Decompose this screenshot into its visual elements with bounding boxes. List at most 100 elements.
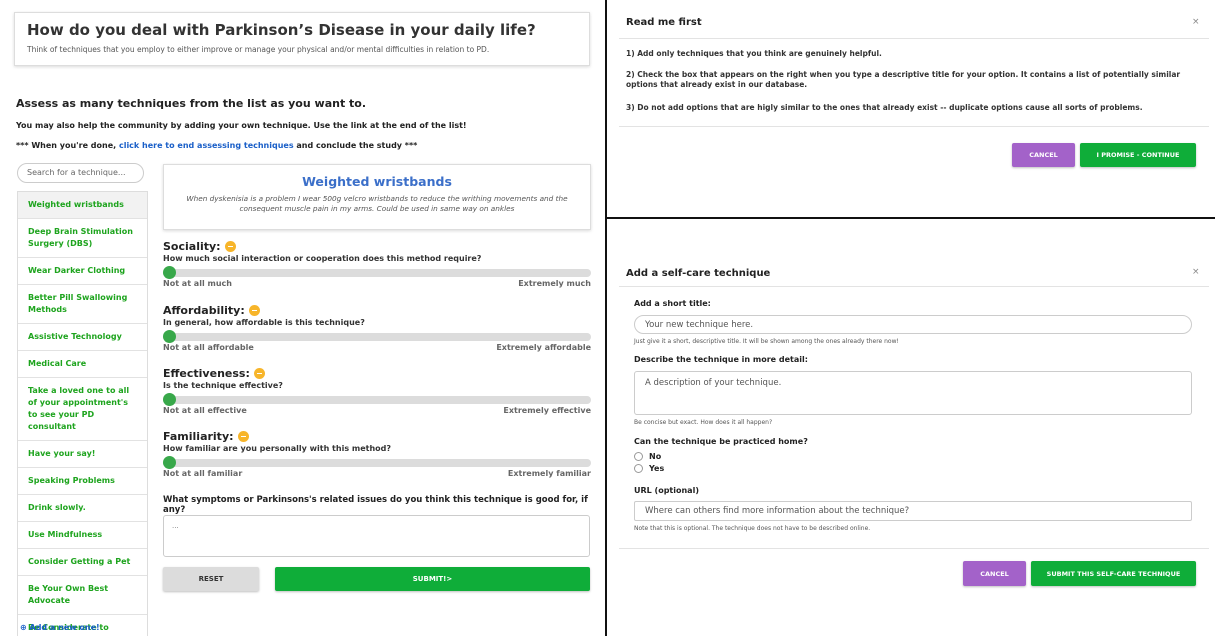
selected-technique-card: Weighted wristbands When dyskenisia is a… bbox=[163, 164, 591, 230]
list-item[interactable]: Better Pill Swallowing Methods bbox=[18, 285, 147, 324]
list-item[interactable]: Speaking Problems bbox=[18, 468, 147, 495]
modal-title: Add a self-care technique bbox=[626, 268, 771, 279]
readme-point: 1) Add only techniques that you think ar… bbox=[626, 49, 882, 58]
slider-handle[interactable] bbox=[163, 330, 176, 343]
continue-button[interactable]: I PROMISE - CONTINUE bbox=[1080, 143, 1196, 167]
list-item[interactable]: Drink slowly. bbox=[18, 495, 147, 522]
rating-slider[interactable] bbox=[163, 330, 591, 343]
assess-heading: Assess as many techniques from the list … bbox=[16, 97, 367, 110]
slider-handle[interactable] bbox=[163, 266, 176, 279]
slider-handle[interactable] bbox=[163, 393, 176, 406]
technique-title: Weighted wristbands bbox=[302, 174, 452, 189]
modal-divider bbox=[619, 126, 1209, 127]
info-badge-icon[interactable] bbox=[237, 431, 249, 442]
symptoms-textarea[interactable]: ... bbox=[163, 515, 590, 557]
slider-max-label: Extremely much bbox=[518, 279, 591, 288]
list-item[interactable]: Assistive Technology bbox=[18, 324, 147, 351]
rating-title: Sociality: bbox=[163, 240, 221, 253]
radio-icon[interactable] bbox=[634, 464, 643, 473]
submit-technique-button[interactable]: SUBMIT THIS SELF-CARE TECHNIQUE bbox=[1031, 561, 1196, 586]
slider-min-label: Not at all effective bbox=[163, 406, 247, 415]
slider-min-label: Not at all much bbox=[163, 279, 232, 288]
radio-no[interactable]: No bbox=[634, 452, 661, 461]
modal-divider bbox=[619, 38, 1209, 39]
add-new-technique-link[interactable]: ⊕ Add a new one! bbox=[20, 623, 100, 632]
rating-slider[interactable] bbox=[163, 393, 591, 406]
slider-handle[interactable] bbox=[163, 456, 176, 469]
plus-circle-icon: ⊕ bbox=[20, 623, 27, 632]
list-item[interactable]: Wear Darker Clothing bbox=[18, 258, 147, 285]
short-title-hint: Just give it a short, descriptive title.… bbox=[634, 338, 899, 345]
info-badge-icon[interactable] bbox=[248, 305, 260, 316]
modal-title: Read me first bbox=[626, 17, 702, 28]
info-badge-icon[interactable] bbox=[253, 368, 265, 379]
home-question-label: Can the technique be practiced home? bbox=[634, 437, 808, 446]
radio-label: Yes bbox=[649, 464, 665, 473]
technique-list: Weighted wristbands Deep Brain Stimulati… bbox=[17, 191, 148, 636]
url-hint: Note that this is optional. The techniqu… bbox=[634, 525, 871, 532]
intro-card: How do you deal with Parkinson’s Disease… bbox=[14, 12, 590, 66]
add-technique-modal: Add a self-care technique × Add a short … bbox=[607, 219, 1215, 636]
reset-button[interactable]: RESET bbox=[163, 567, 259, 591]
slider-max-label: Extremely affordable bbox=[496, 343, 591, 352]
cancel-button[interactable]: CANCEL bbox=[1012, 143, 1075, 167]
technique-description: When dyskenisia is a problem I wear 500g… bbox=[186, 194, 568, 213]
readme-point: 2) Check the box that appears on the rig… bbox=[626, 70, 1181, 89]
list-item[interactable]: Consider Getting a Pet bbox=[18, 549, 147, 576]
rating-slider[interactable] bbox=[163, 456, 591, 469]
symptoms-question: What symptoms or Parkinsons's related is… bbox=[163, 495, 588, 515]
readme-point: 3) Do not add options that are higly sim… bbox=[626, 103, 1143, 112]
rating-affordability: Affordability: In general, how affordabl… bbox=[163, 304, 591, 352]
submit-button[interactable]: SUBMIT!> bbox=[275, 567, 590, 591]
add-new-label: Add a new one! bbox=[29, 623, 100, 632]
url-input[interactable]: Where can others find more information a… bbox=[634, 501, 1192, 521]
list-item[interactable]: Have your say! bbox=[18, 441, 147, 468]
slider-min-label: Not at all affordable bbox=[163, 343, 254, 352]
rating-slider[interactable] bbox=[163, 266, 591, 279]
rating-familiarity: Familiarity: How familiar are you person… bbox=[163, 430, 591, 478]
rating-title: Effectiveness: bbox=[163, 367, 250, 380]
description-textarea[interactable]: A description of your technique. bbox=[634, 371, 1192, 415]
cancel-button[interactable]: CANCEL bbox=[963, 561, 1026, 586]
readme-modal: Read me first × 1) Add only techniques t… bbox=[607, 0, 1215, 217]
community-text: You may also help the community by addin… bbox=[16, 121, 467, 130]
done-prefix: *** When you're done, bbox=[16, 141, 119, 150]
describe-label: Describe the technique in more detail: bbox=[634, 355, 808, 364]
rating-question: How much social interaction or cooperati… bbox=[163, 254, 482, 263]
url-label: URL (optional) bbox=[634, 486, 699, 495]
end-assessing-link[interactable]: click here to end assessing techniques bbox=[119, 141, 294, 150]
rating-sociality: Sociality: How much social interaction o… bbox=[163, 240, 591, 288]
close-icon[interactable]: × bbox=[1192, 17, 1200, 27]
list-item[interactable]: Deep Brain Stimulation Surgery (DBS) bbox=[18, 219, 147, 258]
slider-max-label: Extremely effective bbox=[503, 406, 591, 415]
modal-divider bbox=[619, 548, 1209, 549]
rating-effectiveness: Effectiveness: Is the technique effectiv… bbox=[163, 367, 591, 415]
radio-yes[interactable]: Yes bbox=[634, 464, 664, 473]
info-badge-icon[interactable] bbox=[224, 241, 236, 252]
modal-divider bbox=[619, 286, 1209, 287]
list-item[interactable]: Weighted wristbands bbox=[18, 192, 147, 219]
short-title-label: Add a short title: bbox=[634, 299, 711, 308]
describe-hint: Be concise but exact. How does it all ha… bbox=[634, 419, 773, 426]
slider-min-label: Not at all familiar bbox=[163, 469, 243, 478]
slider-max-label: Extremely familiar bbox=[507, 469, 591, 478]
list-item[interactable]: Medical Care bbox=[18, 351, 147, 378]
done-suffix: and conclude the study *** bbox=[293, 141, 418, 150]
short-title-input[interactable]: Your new technique here. bbox=[634, 315, 1192, 334]
done-line: *** When you're done, click here to end … bbox=[16, 141, 417, 150]
list-item[interactable]: Be Your Own Best Advocate bbox=[18, 576, 147, 615]
list-item[interactable]: Use Mindfulness bbox=[18, 522, 147, 549]
list-item[interactable]: Take a loved one to all of your appointm… bbox=[18, 378, 147, 441]
rating-question: In general, how affordable is this techn… bbox=[163, 318, 365, 327]
rating-question: Is the technique effective? bbox=[163, 381, 283, 390]
page-title: How do you deal with Parkinson’s Disease… bbox=[27, 21, 536, 39]
rating-title: Familiarity: bbox=[163, 430, 234, 443]
radio-icon[interactable] bbox=[634, 452, 643, 461]
radio-label: No bbox=[649, 452, 662, 461]
page-subtitle: Think of techniques that you employ to e… bbox=[27, 45, 490, 54]
close-icon[interactable]: × bbox=[1192, 267, 1200, 277]
technique-search-input[interactable]: Search for a technique... bbox=[17, 163, 144, 183]
rating-question: How familiar are you personally with thi… bbox=[163, 444, 392, 453]
rating-title: Affordability: bbox=[163, 304, 245, 317]
survey-panel: How do you deal with Parkinson’s Disease… bbox=[0, 0, 605, 636]
